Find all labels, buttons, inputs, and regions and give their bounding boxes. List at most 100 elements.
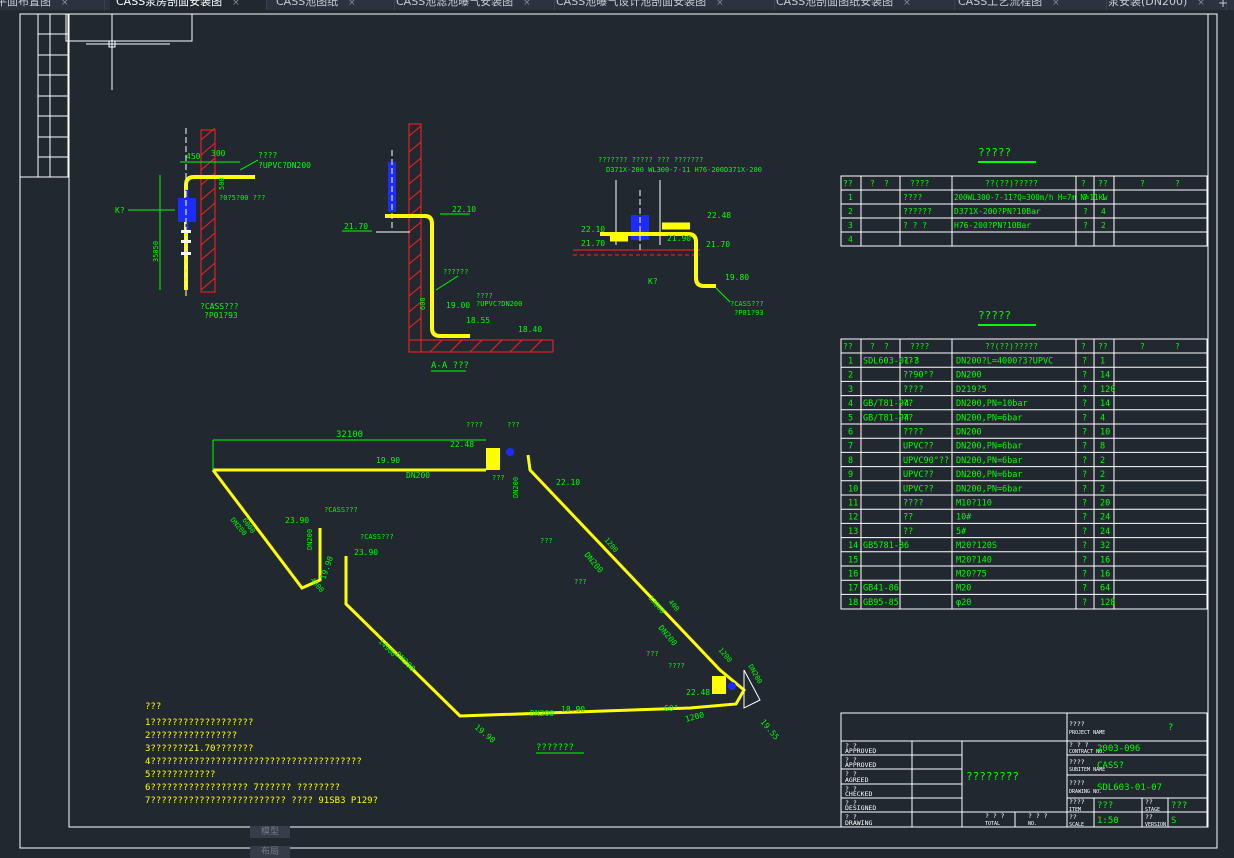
svg-text:????: ????: [1069, 720, 1085, 728]
material-cell-unit: ?: [1082, 371, 1087, 381]
material-cell-unit: ?: [1082, 541, 1087, 551]
material-cell-name: ??: [903, 513, 913, 523]
material-cell-no: 13: [848, 527, 858, 537]
model-tab-chip[interactable]: 模型: [250, 826, 290, 838]
close-icon[interactable]: ×: [523, 0, 531, 8]
material-cell-no: 5: [848, 413, 853, 423]
svg-text:?UPVC?DN200: ?UPVC?DN200: [476, 300, 522, 308]
svg-text:PROJECT NAME: PROJECT NAME: [1069, 730, 1105, 736]
material-cell-qty: 4: [1100, 413, 1105, 423]
svg-text:?: ?: [1140, 342, 1145, 351]
svg-text:????: ????: [910, 179, 929, 188]
tab-cass-drawing[interactable]: CASS池图纸 ×: [270, 0, 395, 10]
svg-text:18.55: 18.55: [466, 316, 490, 325]
material-cell-spec: DN200,PN=6bar: [956, 456, 1023, 466]
material-cell-spec: 10#: [956, 513, 972, 523]
material-cell-unit: ?: [1082, 385, 1087, 395]
close-icon[interactable]: ×: [903, 0, 911, 8]
svg-text:DN200: DN200: [306, 529, 314, 550]
svg-text:1: 1: [848, 193, 853, 202]
material-cell-qty: 16: [1100, 570, 1110, 580]
material-cell-qty: 1: [1100, 357, 1105, 367]
svg-text:VERSION: VERSION: [1145, 822, 1166, 828]
svg-text:??????: ??????: [903, 207, 932, 216]
svg-text:500: 500: [218, 177, 226, 190]
material-cell-qty: 2: [1100, 484, 1105, 494]
material-cell-unit: ?: [1082, 527, 1087, 537]
material-cell-name: UPVC??: [903, 442, 934, 452]
svg-text:??: ??: [843, 179, 853, 188]
close-icon[interactable]: ×: [1052, 0, 1060, 8]
material-cell-qty: 24: [1100, 527, 1110, 537]
svg-text:22.10: 22.10: [452, 205, 476, 214]
svg-text:35050: 35050: [152, 241, 160, 262]
close-icon[interactable]: ×: [716, 0, 724, 8]
svg-text:21.70: 21.70: [344, 222, 368, 231]
svg-text:1:50: 1:50: [1097, 816, 1119, 826]
layout-tab-chip[interactable]: 布局: [250, 846, 290, 858]
svg-text:? ? ?: ? ? ?: [985, 812, 1005, 820]
svg-text:19.00: 19.00: [446, 301, 470, 310]
tab-aeration-section[interactable]: CASS池曝气设计池剖面安装图 ×: [550, 0, 775, 10]
svg-text:???: ???: [145, 702, 161, 712]
material-cell-spec: φ20: [956, 598, 971, 608]
svg-text:DN200: DN200: [406, 471, 430, 480]
tab-plan[interactable]: 平面布置图 ×: [0, 0, 105, 10]
svg-text:23.90: 23.90: [285, 516, 309, 525]
add-tab-icon[interactable]: +: [1218, 0, 1228, 10]
material-cell-no: 1: [848, 357, 853, 367]
material-cell-qty: 32: [1100, 541, 1110, 551]
svg-text:22.48: 22.48: [707, 211, 731, 220]
svg-text:APPROVED: APPROVED: [845, 761, 876, 769]
svg-text:SCALE: SCALE: [1069, 822, 1084, 828]
svg-text:D371X-200 WL300-7-11 H76-200: D371X-200 WL300-7-11 H76-200D371X-200: [606, 166, 762, 174]
material-cell-spec: D219?5: [956, 385, 987, 395]
svg-text:?0?5?00 ???: ?0?5?00 ???: [219, 194, 265, 202]
svg-text:???: ???: [646, 650, 659, 658]
svg-text:???: ???: [540, 537, 553, 545]
material-cell-no: 14: [848, 541, 858, 551]
tab-filter-aeration[interactable]: CASS池滤池曝气安装图 ×: [390, 0, 555, 10]
svg-text:AGREED: AGREED: [845, 776, 869, 784]
svg-text:?: ?: [1175, 179, 1180, 188]
svg-text:NO.: NO.: [1028, 821, 1037, 827]
svg-text:2????????????????: 2????????????????: [145, 731, 237, 741]
svg-text:18.40: 18.40: [518, 325, 542, 334]
material-cell-name: ??: [903, 527, 913, 537]
tab-pump-section[interactable]: CASS泵房剖面安装图 ×: [110, 0, 267, 10]
svg-text:????: ????: [1069, 779, 1085, 787]
svg-text:???????: ???????: [536, 743, 574, 753]
svg-text:S: S: [1171, 816, 1176, 826]
svg-text:?CASS???: ?CASS???: [730, 300, 764, 308]
svg-text:??: ??: [1098, 179, 1108, 188]
svg-text:3???????21.70???????: 3???????21.70???????: [145, 744, 253, 754]
material-cell-name: UPVC??: [903, 470, 934, 480]
svg-text:??: ??: [1098, 342, 1108, 351]
svg-text:?P01?93: ?P01?93: [734, 309, 764, 317]
tab-process-flow[interactable]: CASS工艺流程图 ×: [952, 0, 1107, 10]
material-cell-unit: ?: [1082, 456, 1087, 466]
close-icon[interactable]: ×: [348, 0, 356, 8]
svg-text:?: ?: [1083, 221, 1088, 230]
close-icon[interactable]: ×: [232, 0, 240, 8]
cad-canvas[interactable]: ????? ?? ? ? ???? ??(??)????? ? ?? ? ? 1…: [0, 10, 1234, 858]
material-cell-spec: DN200: [956, 371, 982, 381]
svg-text:?: ?: [1081, 342, 1086, 351]
tab-pump-install[interactable]: 泵安装(DN200) ×: [1102, 0, 1227, 10]
svg-text:?: ?: [1168, 723, 1173, 733]
svg-text:?: ?: [870, 179, 875, 188]
material-cell-unit: ?: [1082, 484, 1087, 494]
svg-text:??: ??: [843, 342, 853, 351]
close-icon[interactable]: ×: [1197, 0, 1205, 8]
material-cell-no: 17: [848, 584, 858, 594]
svg-text:4?????????????????????????????: 4???????????????????????????????????????: [145, 757, 362, 767]
tab-section-install[interactable]: CASS池剖面图纸安装图 ×: [770, 0, 955, 10]
svg-text:450: 450: [186, 152, 201, 161]
svg-text:??: ??: [1145, 813, 1153, 821]
svg-text:?CASS???: ?CASS???: [200, 302, 239, 311]
svg-text:??????? ????? ??? ???????: ??????? ????? ??? ???????: [598, 156, 703, 164]
svg-text:H76-200?PN?10Bar: H76-200?PN?10Bar: [954, 221, 1031, 230]
material-cell-unit: ?: [1082, 584, 1087, 594]
svg-text:??(??)?????: ??(??)?????: [985, 179, 1038, 188]
close-icon[interactable]: ×: [61, 0, 69, 8]
